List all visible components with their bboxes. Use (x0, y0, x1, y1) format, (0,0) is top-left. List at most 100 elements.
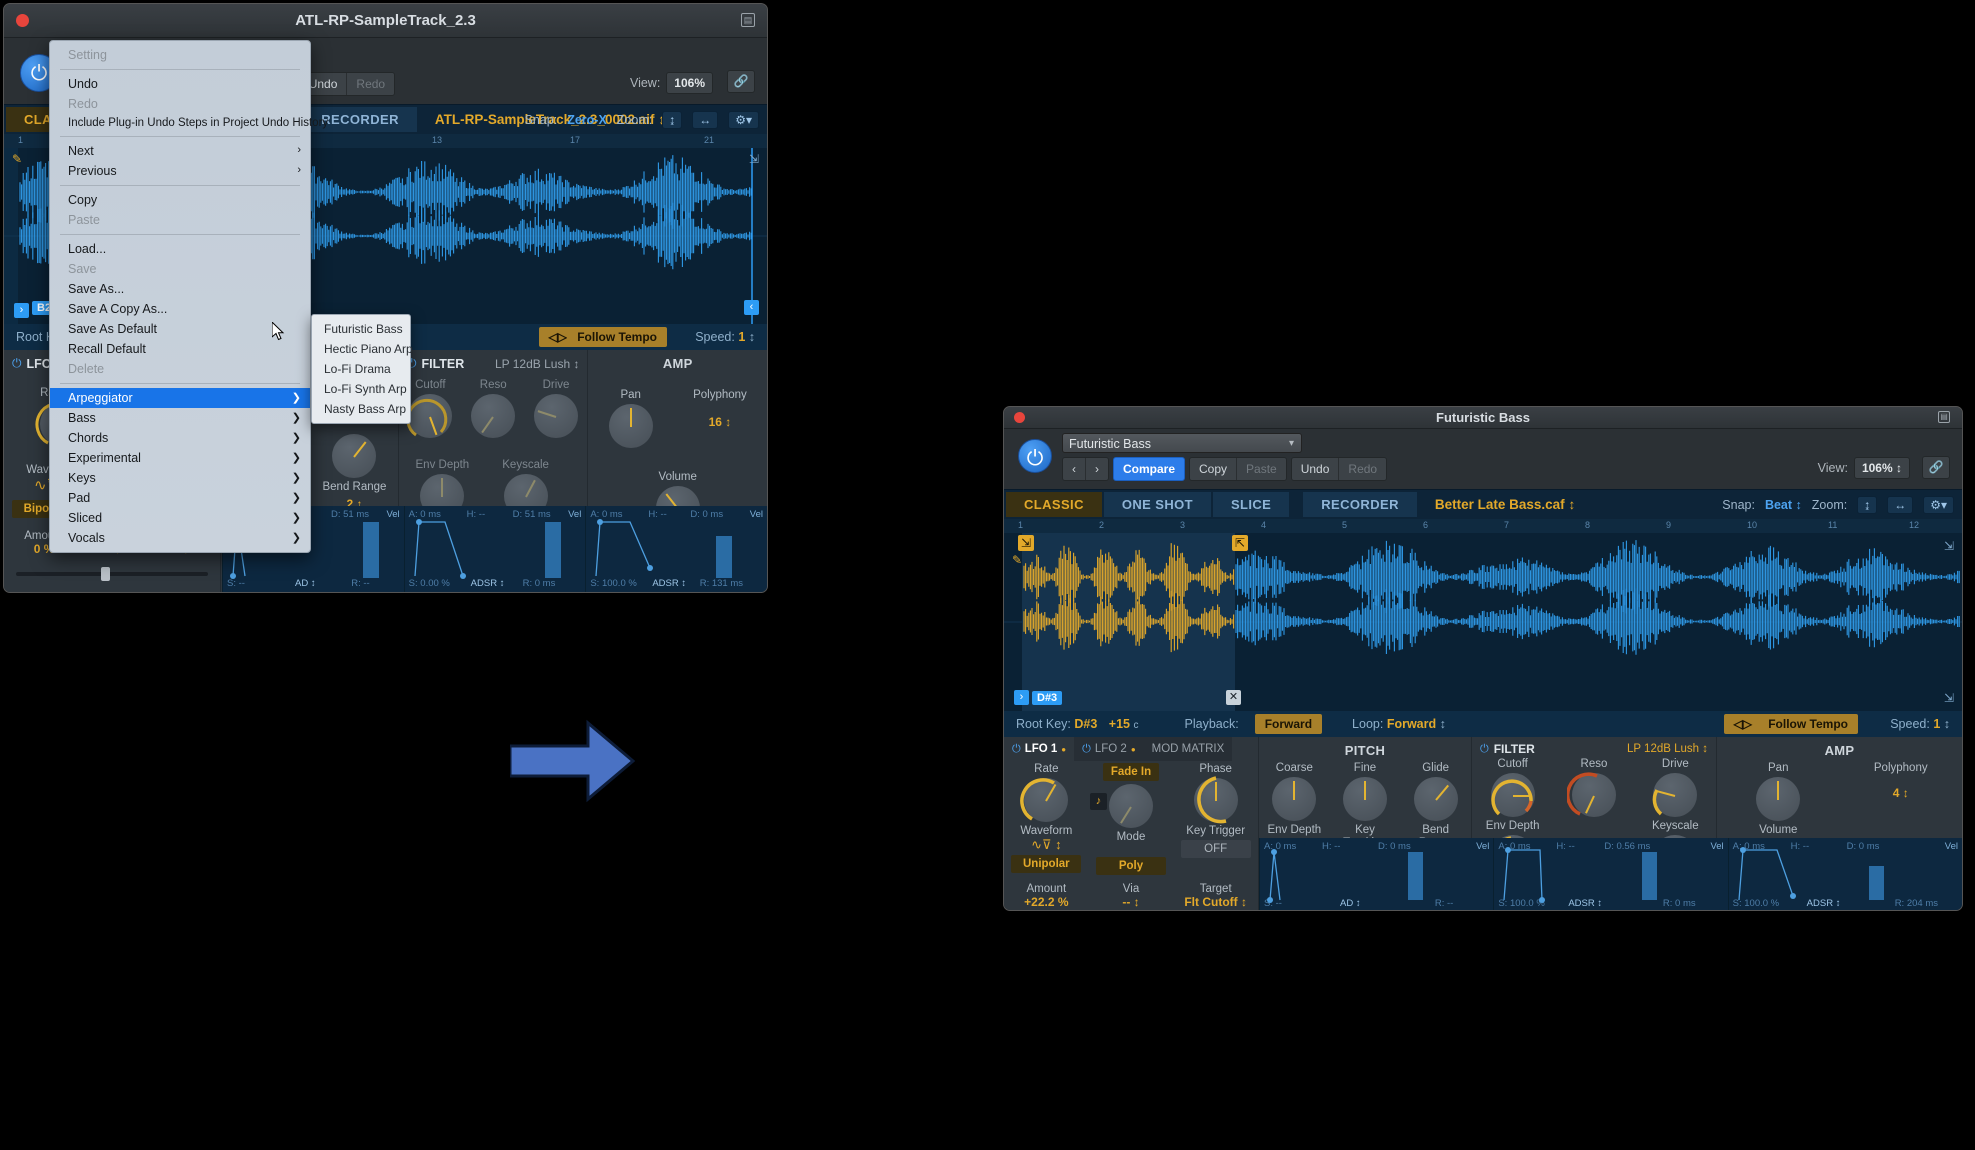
submenu-item-futuristic-bass[interactable]: Futuristic Bass (312, 319, 410, 339)
submenu-item-lo-fi-synth-arp[interactable]: Lo-Fi Synth Arp (312, 379, 410, 399)
right-fade-in-knob[interactable] (1108, 784, 1153, 828)
menu-item-pad[interactable]: Pad ❯ (50, 488, 310, 508)
right-cutoff-knob[interactable] (1490, 773, 1535, 817)
left-follow-tempo-button[interactable]: Follow Tempo (567, 327, 667, 347)
left-key-expand-icon[interactable]: › (14, 303, 29, 318)
loop-start-marker-icon[interactable]: ⇲ (1018, 535, 1034, 551)
right-lfo2-tab[interactable]: LFO 2 (1095, 743, 1127, 755)
expand-icon[interactable]: ▤ (741, 13, 755, 27)
left-envelope-2[interactable]: A: 0 ms H: -- D: 51 ms Vel S: 0.00 % ADS… (403, 506, 586, 592)
snap-value[interactable]: Beat ↕ (1765, 498, 1802, 512)
right-phase-knob[interactable] (1193, 776, 1238, 824)
right-reso-knob[interactable] (1566, 772, 1616, 817)
expand-icon[interactable]: ▤ (1938, 411, 1950, 423)
lfo1-power-icon[interactable]: ⏻ (12, 356, 22, 371)
link-icon[interactable]: 🔗 (727, 70, 755, 93)
menu-item-delete[interactable]: Delete (50, 359, 310, 379)
right-mod-matrix-tab[interactable]: MOD MATRIX (1143, 737, 1233, 761)
zoom-horizontal-icon[interactable]: ↔ (692, 111, 719, 129)
right-playback-value[interactable]: Forward (1254, 714, 1323, 734)
submenu-item-lo-fi-drama[interactable]: Lo-Fi Drama (312, 359, 410, 379)
right-polyphony-value[interactable]: 4 ↕ (1856, 786, 1946, 800)
left-region-end-icon[interactable]: ‹ (744, 300, 759, 315)
menu-item-save[interactable]: Save (50, 259, 310, 279)
menu-item-undo[interactable]: Undo (50, 74, 310, 94)
right-expand-wave-icon[interactable]: ⇲ (1944, 539, 1954, 553)
power-button[interactable] (1018, 439, 1052, 473)
left-expand-wave-icon[interactable]: ⇲ (749, 152, 759, 166)
right-pan-knob[interactable] (1756, 777, 1801, 821)
menu-item-recall-default[interactable]: Recall Default (50, 339, 310, 359)
left-pan-knob[interactable] (608, 404, 653, 448)
arpeggiator-submenu[interactable]: Futuristic Bass Hectic Piano Arp Lo-Fi D… (311, 314, 413, 424)
left-drive-knob[interactable] (534, 394, 579, 438)
menu-item-paste[interactable]: Paste (50, 210, 310, 230)
menu-item-save-a-copy-as[interactable]: Save A Copy As... (50, 299, 310, 319)
right-waveform-icon[interactable]: ∿⊽ ↕ (1011, 837, 1081, 853)
right-lfo1-tab[interactable]: LFO 1 (1025, 743, 1058, 755)
menu-item-save-as[interactable]: Save As... (50, 279, 310, 299)
lfo2-power-icon[interactable]: ⏻ (1082, 743, 1091, 756)
submenu-item-hectic-piano-arp[interactable]: Hectic Piano Arp (312, 339, 413, 359)
left-speed-control[interactable]: Speed: 1 ↕ (695, 330, 755, 344)
right-target-value[interactable]: Flt Cutoff ↕ (1173, 895, 1258, 909)
zoom-vertical-icon[interactable]: ↨ (662, 111, 683, 129)
menu-item-include-plugin-undo[interactable]: Include Plug-in Undo Steps in Project Un… (50, 114, 328, 132)
right-region-end-icon[interactable]: ⇲ (1944, 691, 1954, 705)
view-value[interactable]: 106% (666, 72, 713, 94)
menu-item-sliced[interactable]: Sliced ❯ (50, 508, 310, 528)
right-key-badge[interactable]: D#3 (1032, 691, 1063, 705)
right-key-trigger-value[interactable]: OFF (1180, 839, 1251, 858)
right-envelope-3[interactable]: A: 0 ms H: -- D: 0 ms Vel S: 100.0 % ADS… (1727, 838, 1962, 910)
menu-item-chords[interactable]: Chords ❯ (50, 428, 310, 448)
menu-item-experimental[interactable]: Experimental ❯ (50, 448, 310, 468)
left-bend-range-knob[interactable] (332, 434, 377, 478)
menu-item-vocals[interactable]: Vocals ❯ (50, 528, 310, 548)
menu-item-bass[interactable]: Bass ❯ (50, 408, 310, 428)
menu-item-load[interactable]: Load... (50, 239, 310, 259)
right-fade-in-button[interactable]: Fade In (1102, 763, 1159, 781)
snap-value[interactable]: Zero-X (567, 113, 607, 127)
right-fine-knob[interactable] (1342, 777, 1387, 821)
zoom-vertical-icon[interactable]: ↨ (1857, 496, 1878, 514)
right-amount-value[interactable]: +22.2 % (1004, 895, 1089, 909)
left-polyphony-value[interactable]: 16 ↕ (693, 415, 747, 429)
right-drive-knob[interactable] (1652, 773, 1698, 817)
gear-icon[interactable]: ⚙▾ (728, 111, 759, 129)
right-envelope-1[interactable]: A: 0 ms H: -- D: 0 ms Vel S: -- AD ↕ R: … (1259, 838, 1494, 910)
menu-item-redo[interactable]: Redo (50, 94, 310, 114)
tab-recorder[interactable]: RECORDER (1303, 492, 1417, 517)
tab-classic[interactable]: CLASSIC (1006, 492, 1102, 517)
left-reso-knob[interactable] (471, 394, 516, 438)
right-loop-value[interactable]: Forward (1387, 717, 1436, 731)
note-value-icon[interactable]: ♪ (1089, 793, 1107, 810)
lfo1-power-icon[interactable]: ⏻ (1012, 743, 1021, 756)
right-root-key-cents[interactable]: +15 (1109, 717, 1130, 731)
right-pencil-icon[interactable]: ✎ (1012, 553, 1022, 567)
compare-button[interactable]: Compare (1113, 457, 1186, 481)
right-region-close-icon[interactable]: ✕ (1226, 690, 1241, 705)
view-value[interactable]: 106% ↕ (1853, 457, 1910, 479)
right-filter-type[interactable]: LP 12dB Lush ↕ (1627, 743, 1708, 755)
zoom-horizontal-icon[interactable]: ↔ (1887, 496, 1914, 514)
menu-item-next[interactable]: Next › (50, 141, 310, 161)
right-rate-knob[interactable] (1020, 778, 1069, 822)
right-filter-power-icon[interactable]: ⏻ (1480, 743, 1489, 756)
right-via-value[interactable]: -- ↕ (1089, 895, 1174, 909)
link-icon[interactable]: 🔗 (1922, 456, 1950, 479)
left-mod-slider[interactable] (16, 567, 209, 581)
left-envelope-3[interactable]: A: 0 ms H: -- D: 0 ms Vel S: 100.0 % ADS… (585, 506, 767, 592)
menu-item-previous[interactable]: Previous › (50, 161, 310, 181)
loop-end-marker-icon[interactable]: ⇱ (1232, 535, 1248, 551)
right-key-expand-icon[interactable]: › (1014, 690, 1029, 705)
right-waveform-display[interactable]: 1 2 3 4 5 6 7 8 9 10 11 12 ⇲ ⇱ ✎ ⇲ › D#3… (1004, 519, 1962, 711)
paste-button[interactable]: Paste (1236, 458, 1286, 480)
copy-button[interactable]: Copy (1190, 458, 1237, 480)
redo-button[interactable]: Redo (1338, 458, 1387, 480)
right-follow-tempo-button[interactable]: Follow Tempo (1758, 714, 1858, 734)
menu-item-copy[interactable]: Copy (50, 190, 310, 210)
right-envelope-2[interactable]: A: 0 ms H: -- D: 0.56 ms Vel S: 100.0 % … (1493, 838, 1728, 910)
submenu-item-nasty-bass-arp[interactable]: Nasty Bass Arp (312, 399, 410, 419)
redo-button[interactable]: Redo (346, 73, 395, 95)
right-root-key-value[interactable]: D#3 (1074, 717, 1097, 731)
